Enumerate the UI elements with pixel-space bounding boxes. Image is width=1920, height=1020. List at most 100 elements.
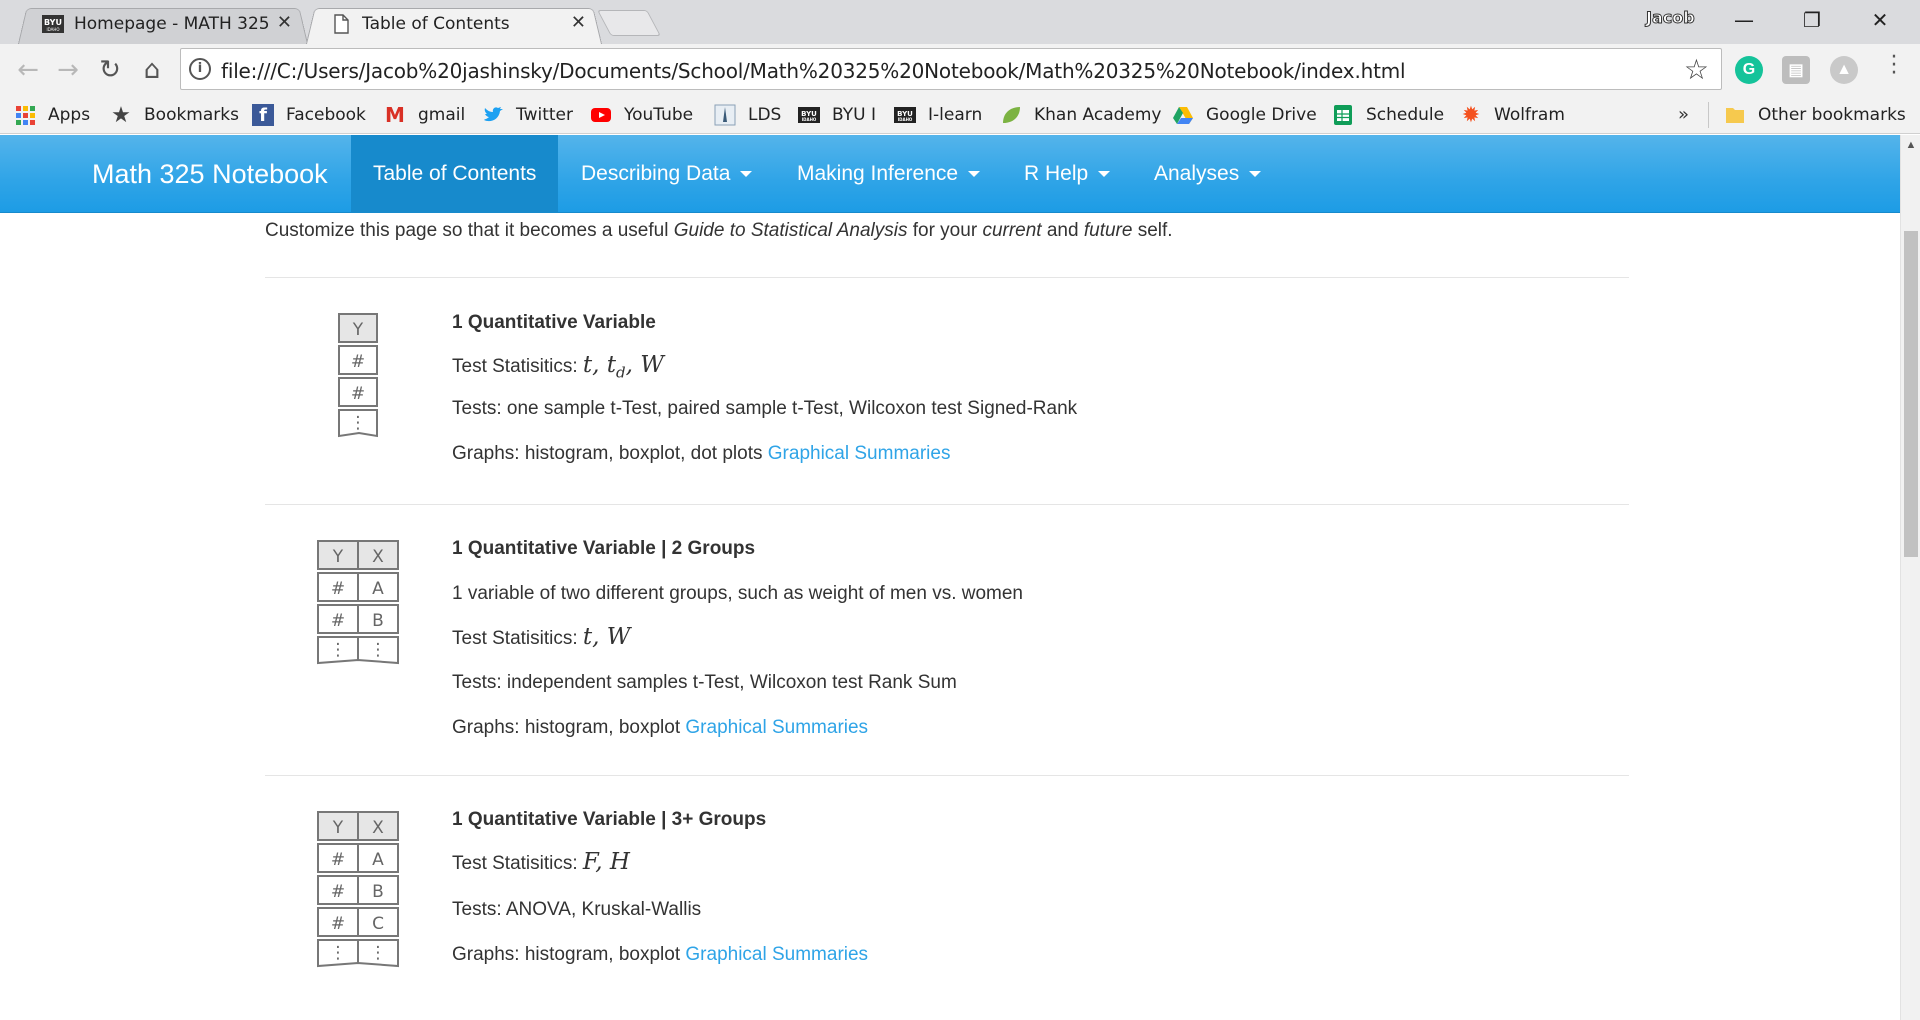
- bookmark-label: Wolfram: [1494, 105, 1565, 125]
- new-tab-button[interactable]: [597, 10, 661, 36]
- extension-icon[interactable]: ▤: [1782, 56, 1810, 84]
- home-icon[interactable]: ⌂: [136, 54, 168, 86]
- close-tab-icon[interactable]: ✕: [571, 12, 586, 33]
- minimize-icon[interactable]: —: [1716, 0, 1772, 40]
- bookmark-byu-i[interactable]: BYU IDAHO BYU I: [798, 102, 876, 128]
- bookmark-star-icon[interactable]: ☆: [1684, 53, 1709, 86]
- page-scrollbar[interactable]: ▲: [1900, 135, 1920, 1020]
- restore-icon[interactable]: ❐: [1784, 0, 1840, 40]
- svg-text:⋮: ⋮: [370, 640, 387, 660]
- tab-homepage[interactable]: BYU IDAHO Homepage - MATH 325: ✕: [18, 4, 308, 45]
- bookmark-label: Schedule: [1366, 105, 1445, 125]
- test-statistics: Test Statisitics: t, td, W: [452, 352, 664, 382]
- icon-cell-text: #: [331, 611, 345, 631]
- youtube-icon: [591, 108, 611, 122]
- bookmark-gmail[interactable]: M gmail: [384, 102, 465, 128]
- graphs-line: Graphs: histogram, boxplot Graphical Sum…: [452, 944, 869, 965]
- nav-label: Table of Contents: [373, 162, 537, 185]
- scroll-up-arrow-icon[interactable]: ▲: [1901, 139, 1920, 151]
- bookmark-khan-academy[interactable]: Khan Academy: [1000, 102, 1161, 128]
- svg-text:⋮: ⋮: [330, 640, 347, 660]
- icon-cell-text: B: [372, 611, 384, 631]
- bookmark-facebook[interactable]: f Facebook: [252, 102, 366, 128]
- svg-text:⋮: ⋮: [370, 943, 387, 963]
- graphical-summaries-link[interactable]: Graphical Summaries: [685, 717, 868, 738]
- bookmark-label: LDS: [748, 105, 782, 125]
- nav-table-of-contents[interactable]: Table of Contents: [351, 135, 559, 213]
- svg-text:IDAHO: IDAHO: [898, 117, 913, 122]
- bookmark-label: Twitter: [516, 105, 573, 125]
- bookmark-label: Bookmarks: [144, 105, 239, 125]
- tests-text: Tests: ANOVA, Kruskal-Wallis: [452, 899, 702, 920]
- icon-cell-text: X: [372, 818, 384, 838]
- table-icon-two-groups: Y X # A # B ⋮ ⋮: [317, 540, 399, 665]
- site-brand[interactable]: Math 325 Notebook: [92, 159, 328, 190]
- tab-strip: BYU IDAHO Homepage - MATH 325: ✕ Table o…: [0, 0, 1920, 45]
- nav-analyses[interactable]: Analyses: [1154, 135, 1262, 213]
- intro-paragraph: Customize this page so that it becomes a…: [265, 220, 1173, 241]
- reload-icon[interactable]: ↻: [94, 54, 126, 86]
- apps-grid-icon: [16, 106, 35, 125]
- bookmark-apps[interactable]: Apps: [14, 102, 90, 128]
- site-info-icon[interactable]: i: [189, 58, 211, 80]
- nav-r-help[interactable]: R Help: [1024, 135, 1111, 213]
- leaf-icon: [1003, 107, 1020, 123]
- more-bookmarks-button[interactable]: »: [1678, 104, 1689, 125]
- profile-name[interactable]: Jacob: [1646, 8, 1696, 28]
- icon-cell-text: Y: [352, 320, 364, 340]
- tab-title: Table of Contents: [362, 14, 510, 34]
- site-navbar: Math 325 Notebook Table of Contents Desc…: [0, 135, 1900, 213]
- section-heading: 1 Quantitative Variable | 2 Groups: [452, 538, 756, 559]
- close-window-icon[interactable]: ✕: [1852, 0, 1908, 40]
- icon-cell-text: C: [372, 914, 384, 934]
- bookmark-label: Apps: [48, 105, 91, 125]
- bookmark-wolfram[interactable]: ✹ Wolfram: [1460, 102, 1565, 128]
- graphical-summaries-link[interactable]: Graphical Summaries: [685, 944, 868, 965]
- icon-cell-text: Y: [332, 547, 344, 567]
- tests-text: Tests: independent samples t-Test, Wilco…: [452, 672, 957, 693]
- graphs-line: Graphs: histogram, boxplot, dot plots Gr…: [452, 443, 951, 464]
- bookmark-label: Other bookmarks: [1758, 105, 1906, 125]
- nav-label: R Help: [1024, 162, 1089, 185]
- graphical-summaries-link[interactable]: Graphical Summaries: [768, 443, 951, 464]
- twitter-icon: [484, 107, 503, 122]
- bookmark-i-learn[interactable]: BYU IDAHO I-learn: [894, 102, 982, 128]
- table-icon-one-variable: Y # # ⋮: [338, 313, 378, 438]
- bookmark-label: YouTube: [624, 105, 694, 125]
- close-tab-icon[interactable]: ✕: [277, 12, 292, 33]
- back-arrow-icon[interactable]: ←: [12, 54, 44, 86]
- icon-cell-text: #: [331, 914, 345, 934]
- icon-cell-text: #: [351, 384, 365, 404]
- page-viewport: Math 325 Notebook Table of Contents Desc…: [0, 135, 1900, 1020]
- bookmark-twitter[interactable]: Twitter: [482, 102, 573, 128]
- bookmark-other-bookmarks[interactable]: Other bookmarks: [1724, 102, 1906, 128]
- icon-cell-text: #: [351, 352, 365, 372]
- bookmark-schedule[interactable]: Schedule: [1332, 102, 1444, 128]
- scrollbar-thumb[interactable]: [1904, 231, 1918, 557]
- svg-text:⋮: ⋮: [330, 943, 347, 963]
- forward-arrow-icon[interactable]: →: [52, 54, 84, 86]
- bookmark-google-drive[interactable]: Google Drive: [1172, 102, 1317, 128]
- byui-icon: BYU IDAHO: [798, 107, 820, 123]
- table-icon-three-groups: Y X # A # B # C ⋮ ⋮: [317, 811, 399, 968]
- bookmark-youtube[interactable]: YouTube: [590, 102, 693, 128]
- drive-extension-icon[interactable]: ▲: [1830, 56, 1858, 84]
- bookmarks-bar: Apps ★ Bookmarks f Facebook M gmail Twit…: [0, 96, 1920, 134]
- grammarly-icon[interactable]: G: [1735, 56, 1763, 84]
- tab-table-of-contents[interactable]: Table of Contents ✕: [306, 4, 602, 45]
- chrome-menu-icon[interactable]: · · ·: [1884, 47, 1904, 85]
- bookmark-lds[interactable]: LDS: [714, 102, 781, 128]
- bookmark-bookmarks[interactable]: ★ Bookmarks: [110, 102, 239, 128]
- icon-cell-text: #: [331, 850, 345, 870]
- nav-making-inference[interactable]: Making Inference: [797, 135, 981, 213]
- icon-cell-text: Y: [332, 818, 344, 838]
- icon-cell-text: A: [372, 579, 384, 599]
- icon-cell-text: #: [331, 579, 345, 599]
- bookmark-label: I-learn: [928, 105, 983, 125]
- tab-title: Homepage - MATH 325:: [74, 14, 270, 34]
- address-bar[interactable]: i file:///C:/Users/Jacob%20jashinsky/Doc…: [180, 48, 1722, 90]
- nav-describing-data[interactable]: Describing Data: [581, 135, 753, 213]
- url-text[interactable]: file:///C:/Users/Jacob%20jashinsky/Docum…: [221, 59, 1406, 83]
- byu-idaho-logo-icon: BYU IDAHO: [42, 15, 64, 33]
- bookmark-label: Google Drive: [1206, 105, 1317, 125]
